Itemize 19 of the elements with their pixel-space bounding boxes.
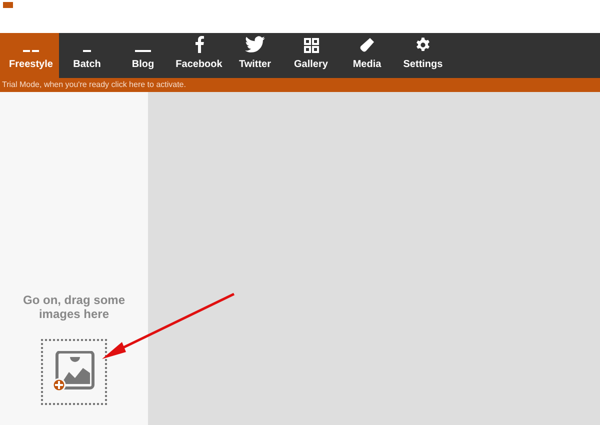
nav-tab[interactable]: Freestyle — [3, 33, 59, 78]
nav-tab[interactable]: Media — [339, 33, 395, 78]
bird-icon — [245, 36, 265, 53]
settings-icon — [415, 37, 431, 53]
facebook-icon — [194, 36, 204, 53]
nav-tab[interactable]: Settings — [395, 33, 451, 78]
app-icon — [3, 2, 13, 8]
image-drop-zone[interactable] — [41, 339, 107, 405]
drop-hint: Go on, drag some images here — [22, 293, 126, 321]
add-image-icon — [52, 351, 96, 393]
grid-icon — [304, 38, 318, 53]
line-icon — [23, 50, 39, 53]
line-icon — [135, 50, 151, 53]
nav-tab[interactable]: Facebook — [171, 33, 227, 78]
nav-tab[interactable]: Batch — [59, 33, 115, 78]
usb-stick-icon — [359, 37, 375, 53]
nav-tab[interactable]: Twitter — [227, 33, 283, 78]
nav-tab[interactable]: Blog — [115, 33, 171, 78]
nav-tab[interactable]: Gallery — [283, 33, 339, 78]
